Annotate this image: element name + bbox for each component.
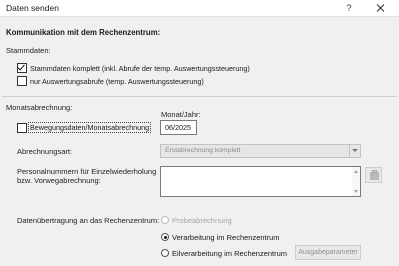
auswertungsabrufe-label[interactable]: nur Auswertungsabrufe (temp. Auswertungs…: [30, 77, 204, 86]
eilverarbeitung-radio[interactable]: [161, 249, 169, 257]
personalnummern-picker-button[interactable]: [365, 167, 382, 183]
scroll-down-icon[interactable]: [354, 190, 358, 193]
monat-jahr-label: Monat/Jahr:: [161, 110, 201, 119]
close-icon: [377, 4, 385, 12]
bewegungsdaten-label[interactable]: Bewegungsdaten/Monatsabrechnung: [27, 122, 152, 133]
datenuebertragung-label: Datenübertragung an das Rechenzentrum:: [17, 216, 160, 225]
stammdaten-komplett-checkbox[interactable]: [17, 62, 27, 73]
title-bar: Daten senden ?: [0, 0, 399, 17]
scroll-up-icon[interactable]: [354, 170, 358, 173]
stammdaten-label: Stammdaten:: [6, 46, 51, 55]
abrechnungsart-value: Erstabrechnung komplett: [165, 147, 241, 154]
checkmark-icon: [17, 62, 25, 71]
abrechnungsart-select[interactable]: Erstabrechnung komplett: [160, 144, 361, 158]
auswertungsabrufe-checkbox[interactable]: [17, 76, 27, 86]
help-button[interactable]: ?: [336, 1, 362, 15]
radio-selected-dot: [163, 235, 167, 239]
monat-jahr-input[interactable]: 06/2025: [160, 120, 197, 135]
verarbeitung-label[interactable]: Verarbeitung im Rechenzentrum: [172, 233, 280, 242]
ausgabeparameter-button[interactable]: Ausgabeparameter: [295, 245, 361, 260]
clipboard-icon: [370, 170, 379, 180]
section-heading: Kommunikation mit dem Rechenzentrum:: [6, 28, 161, 37]
window-title: Daten senden: [6, 3, 59, 13]
chevron-down-icon[interactable]: [349, 145, 360, 157]
divider: [2, 96, 397, 97]
close-button[interactable]: [368, 1, 394, 15]
probeabrechnung-radio[interactable]: [161, 216, 169, 224]
bewegungsdaten-checkbox[interactable]: [17, 123, 27, 133]
personalnummern-textarea[interactable]: [160, 166, 361, 197]
textarea-scrollbar[interactable]: [352, 167, 360, 196]
stammdaten-komplett-label[interactable]: Stammdaten komplett (inkl. Abrufe der te…: [30, 64, 250, 73]
personalnummern-label-line1: Personalnummern für Einzelwiederholung: [17, 167, 157, 176]
daten-senden-dialog: Daten senden ? Kommunikation mit dem Rec…: [0, 0, 399, 266]
probeabrechnung-label[interactable]: Probeabrechnung: [172, 216, 232, 225]
eilverarbeitung-label[interactable]: Eilverarbeitung im Rechenzentrum: [172, 249, 287, 258]
personalnummern-label-line2: bzw. Vorwegabrechnung:: [17, 176, 101, 185]
verarbeitung-radio[interactable]: [161, 233, 169, 241]
abrechnungsart-label: Abrechnungsart:: [17, 147, 73, 156]
monatsabrechnung-label: Monatsabrechnung:: [6, 103, 73, 112]
